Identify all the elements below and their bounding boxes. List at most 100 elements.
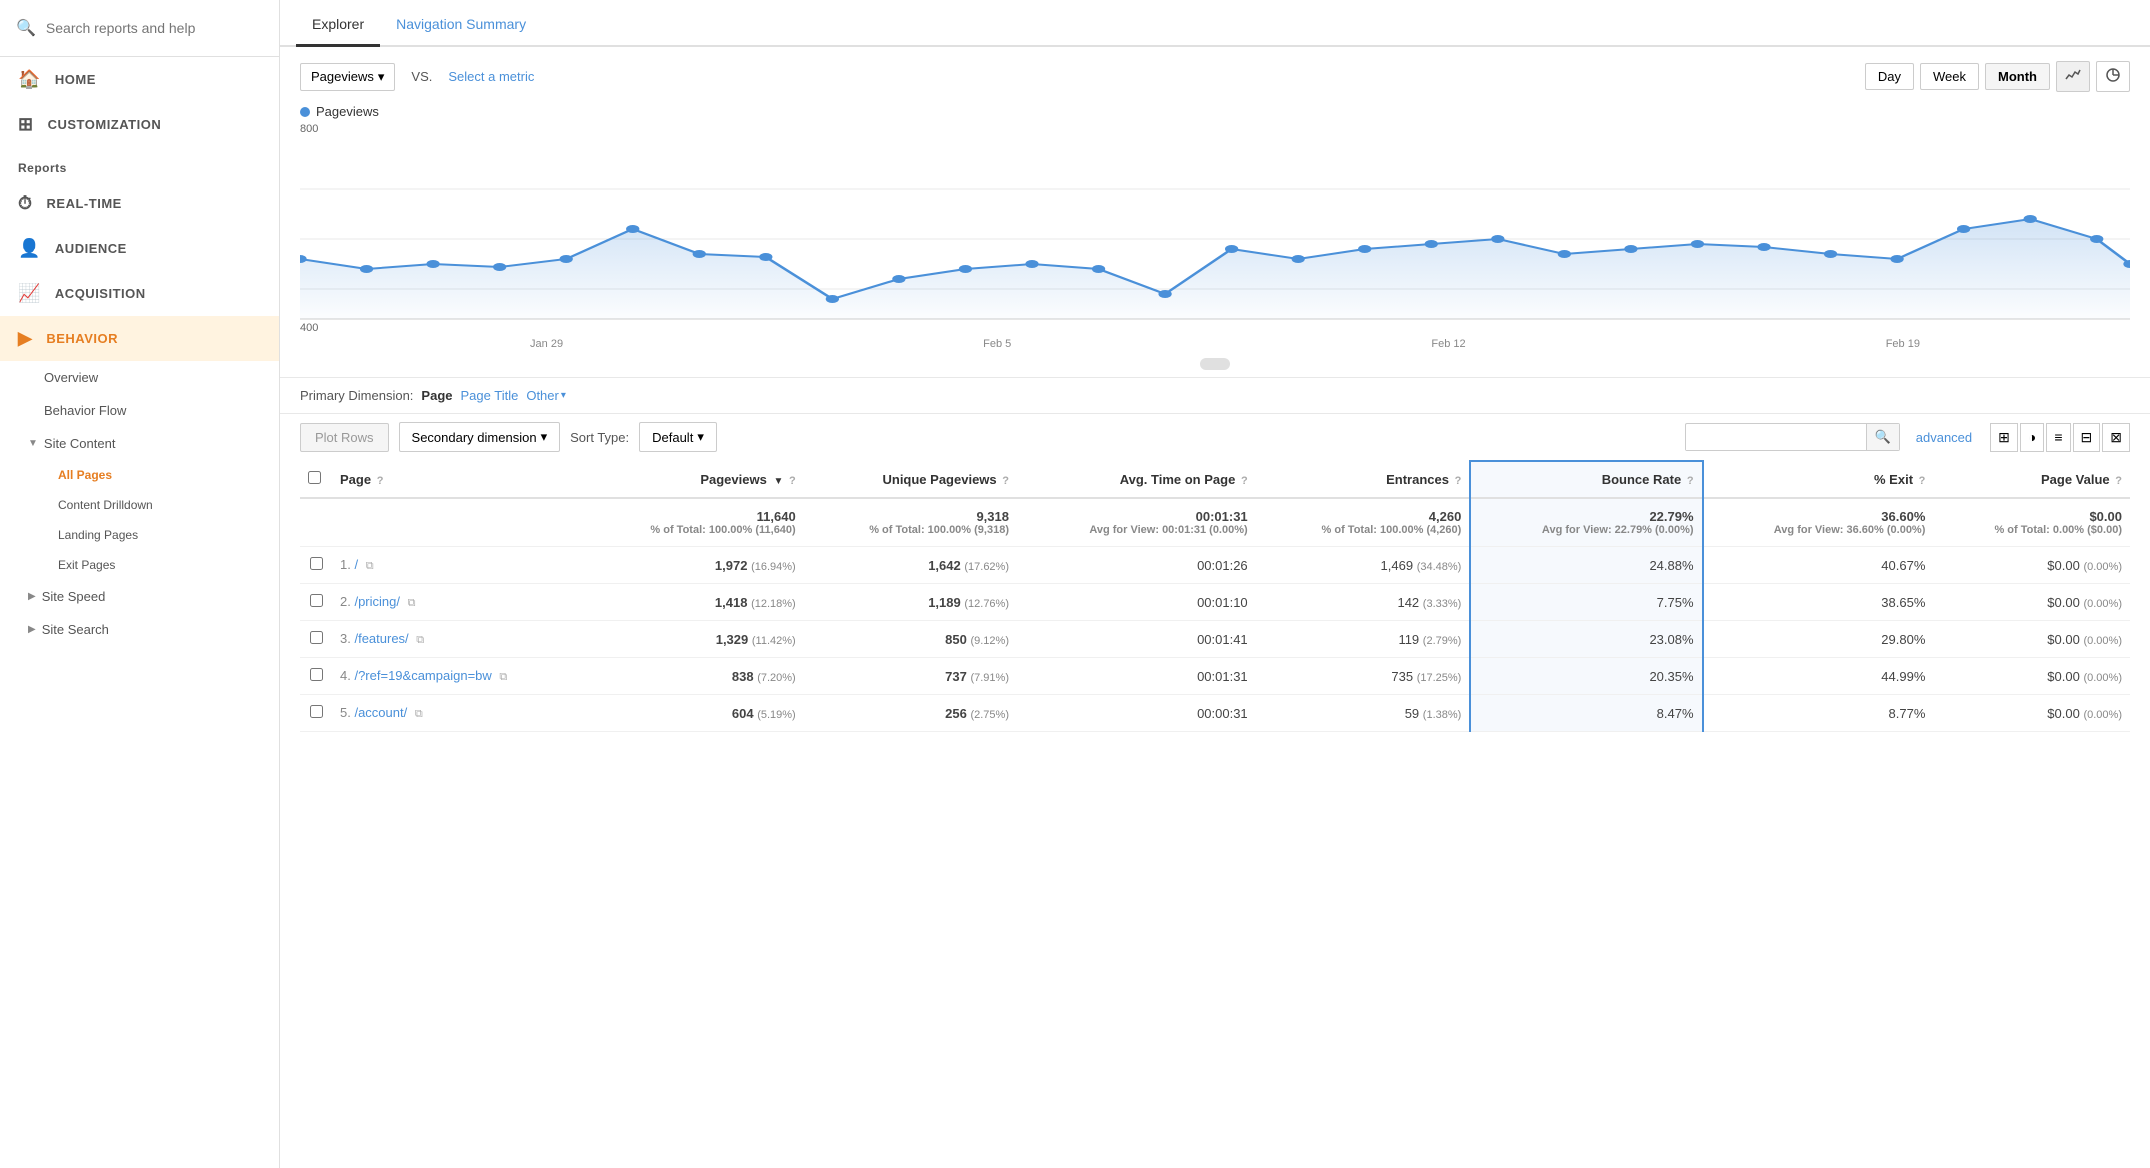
- customization-icon: ⊞: [18, 114, 34, 135]
- time-buttons: Day Week Month: [1865, 61, 2130, 92]
- advanced-link[interactable]: advanced: [1916, 430, 1972, 445]
- grid-view-button[interactable]: ⊞: [1990, 423, 2018, 452]
- sidebar-item-exit-pages[interactable]: Exit Pages: [0, 550, 279, 580]
- metric-select-button[interactable]: Pageviews ▾: [300, 63, 395, 91]
- sidebar-item-landing-pages[interactable]: Landing Pages: [0, 520, 279, 550]
- row2-check[interactable]: [310, 594, 323, 607]
- row1-check[interactable]: [310, 557, 323, 570]
- row1-copy-icon[interactable]: ⧉: [366, 560, 374, 572]
- row5-exit: 8.77%: [1703, 695, 1934, 732]
- table-view-button[interactable]: ⊠: [2102, 423, 2130, 452]
- table-search-box: 🔍: [1685, 423, 1900, 451]
- summary-page-cell: [332, 498, 583, 547]
- search-input[interactable]: [46, 20, 263, 36]
- chevron-down-icon: ▼: [28, 438, 38, 449]
- row1-unique: 1,642 (17.62%): [804, 547, 1017, 584]
- sidebar-item-audience[interactable]: 👤 AUDIENCE: [0, 226, 279, 271]
- compare-view-button[interactable]: ◑: [2020, 423, 2044, 452]
- th-avg-time[interactable]: Avg. Time on Page ?: [1017, 461, 1256, 498]
- sidebar-home-label: HOME: [55, 72, 96, 87]
- row4-entrances: 735 (17.25%): [1256, 658, 1471, 695]
- chevron-right-icon-2: ▶: [28, 624, 36, 635]
- row3-check[interactable]: [310, 631, 323, 644]
- sidebar-item-overview[interactable]: Overview: [0, 361, 279, 394]
- row4-page-link[interactable]: /?ref=19&campaign=bw: [354, 668, 491, 683]
- row1-bounce: 24.88%: [1470, 547, 1702, 584]
- sidebar-item-all-pages[interactable]: All Pages: [0, 460, 279, 490]
- summary-exit: 36.60% Avg for View: 36.60% (0.00%): [1703, 498, 1934, 547]
- pie-chart-type-btn[interactable]: [2096, 61, 2130, 92]
- row1-page-link[interactable]: /: [354, 557, 358, 572]
- dim-other-link[interactable]: Other ▾: [526, 388, 566, 403]
- select-all-checkbox[interactable]: [308, 471, 321, 484]
- chart-scrollbar[interactable]: [280, 354, 2150, 377]
- sidebar-item-behavior[interactable]: ▶ BEHAVIOR: [0, 316, 279, 361]
- sidebar-item-home[interactable]: 🏠 HOME: [0, 57, 279, 102]
- th-exit-help: ?: [1919, 475, 1926, 487]
- audience-icon: 👤: [18, 238, 41, 259]
- line-chart-svg: [300, 139, 2130, 339]
- table-search-button[interactable]: 🔍: [1866, 424, 1899, 450]
- tab-explorer[interactable]: Explorer: [296, 4, 380, 47]
- chevron-right-icon: ▶: [28, 591, 36, 602]
- row3-copy-icon[interactable]: ⧉: [416, 634, 424, 646]
- th-bounce-rate[interactable]: Bounce Rate ?: [1470, 461, 1702, 498]
- th-entrances[interactable]: Entrances ?: [1256, 461, 1471, 498]
- row3-pageviews: 1,329 (11.42%): [583, 621, 804, 658]
- th-exit[interactable]: % Exit ?: [1703, 461, 1934, 498]
- sort-type-button[interactable]: Default ▾: [639, 422, 717, 452]
- sort-arrow-down: ▼: [773, 476, 783, 487]
- th-unique-pageviews[interactable]: Unique Pageviews ?: [804, 461, 1017, 498]
- row5-checkbox: [300, 695, 332, 732]
- sidebar-item-customization[interactable]: ⊞ CUSTOMIZATION: [0, 102, 279, 147]
- summary-avgtime: 00:01:31 Avg for View: 00:01:31 (0.00%): [1017, 498, 1256, 547]
- row3-page: 3. /features/ ⧉: [332, 621, 583, 658]
- row5-check[interactable]: [310, 705, 323, 718]
- row2-page-link[interactable]: /pricing/: [354, 594, 400, 609]
- line-chart-type-btn[interactable]: [2056, 61, 2090, 92]
- th-page: Page ?: [332, 461, 583, 498]
- th-pageviews[interactable]: Pageviews ▼ ?: [583, 461, 804, 498]
- select-metric-link[interactable]: Select a metric: [448, 69, 534, 84]
- row1-pageviews: 1,972 (16.94%): [583, 547, 804, 584]
- row4-check[interactable]: [310, 668, 323, 681]
- sidebar-item-content-drilldown[interactable]: Content Drilldown: [0, 490, 279, 520]
- table-row: 4. /?ref=19&campaign=bw ⧉ 838 (7.20%) 73…: [300, 658, 2130, 695]
- sidebar-acquisition-label: ACQUISITION: [55, 286, 146, 301]
- sidebar-item-behavior-flow[interactable]: Behavior Flow: [0, 394, 279, 427]
- th-entrances-help: ?: [1455, 475, 1462, 487]
- row3-page-link[interactable]: /features/: [354, 631, 408, 646]
- row1-exit: 40.67%: [1703, 547, 1934, 584]
- row4-copy-icon[interactable]: ⧉: [499, 671, 507, 683]
- table-head: Page ? Pageviews ▼ ? Unique Pageviews ? …: [300, 461, 2130, 498]
- row5-page-link[interactable]: /account/: [354, 705, 407, 720]
- row5-pageviews: 604 (5.19%): [583, 695, 804, 732]
- secondary-dimension-button[interactable]: Secondary dimension ▾: [399, 422, 561, 452]
- row4-unique: 737 (7.91%): [804, 658, 1017, 695]
- row1-page: 1. / ⧉: [332, 547, 583, 584]
- sidebar-site-content-toggle[interactable]: ▼ Site Content: [0, 427, 279, 460]
- th-page-value[interactable]: Page Value ?: [1933, 461, 2130, 498]
- table-search-input[interactable]: [1686, 425, 1866, 450]
- dim-page-link[interactable]: Page: [421, 388, 452, 403]
- row3-checkbox: [300, 621, 332, 658]
- time-btn-week[interactable]: Week: [1920, 63, 1979, 90]
- sidebar-item-acquisition[interactable]: 📈 ACQUISITION: [0, 271, 279, 316]
- time-btn-day[interactable]: Day: [1865, 63, 1914, 90]
- filter-view-button[interactable]: ⊟: [2073, 423, 2101, 452]
- row1-entrances: 1,469 (34.48%): [1256, 547, 1471, 584]
- row3-pagevalue: $0.00 (0.00%): [1933, 621, 2130, 658]
- row2-copy-icon[interactable]: ⧉: [408, 597, 416, 609]
- sidebar-behavior-label: BEHAVIOR: [46, 331, 118, 346]
- sidebar-item-realtime[interactable]: ⏱ REAL-TIME: [0, 181, 279, 226]
- sidebar-site-speed-toggle[interactable]: ▶ Site Speed: [0, 580, 279, 613]
- sidebar-site-search-toggle[interactable]: ▶ Site Search: [0, 613, 279, 646]
- row5-copy-icon[interactable]: ⧉: [415, 708, 423, 720]
- summary-unique: 9,318 % of Total: 100.00% (9,318): [804, 498, 1017, 547]
- th-pagevalue-help: ?: [2115, 475, 2122, 487]
- list-view-button[interactable]: ≡: [2046, 423, 2070, 452]
- tab-navigation-summary[interactable]: Navigation Summary: [380, 4, 542, 47]
- time-btn-month[interactable]: Month: [1985, 63, 2050, 90]
- metric-dropdown: Pageviews ▾ VS. Select a metric: [300, 63, 534, 91]
- dim-page-title-link[interactable]: Page Title: [461, 388, 519, 403]
